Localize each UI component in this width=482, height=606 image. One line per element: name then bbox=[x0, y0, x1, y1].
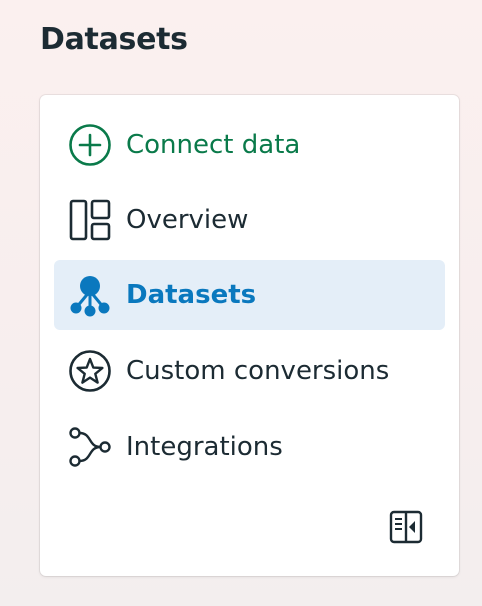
nav-item-custom-conversions[interactable]: Custom conversions bbox=[54, 336, 445, 406]
nav-item-overview[interactable]: Overview bbox=[54, 185, 445, 255]
layout-panels-icon bbox=[68, 198, 112, 242]
nav-item-label: Integrations bbox=[126, 432, 283, 462]
nav-item-integrations[interactable]: Integrations bbox=[54, 412, 445, 482]
page-title: Datasets bbox=[40, 22, 188, 57]
navigation-panel: Connect data Overview Datasets Custom co… bbox=[40, 95, 459, 576]
nav-item-label: Custom conversions bbox=[126, 356, 390, 386]
nav-item-connect-data[interactable]: Connect data bbox=[54, 110, 445, 180]
nav-item-label: Connect data bbox=[126, 130, 301, 160]
branch-connector-icon bbox=[68, 425, 112, 469]
collapse-panel-icon bbox=[389, 510, 423, 548]
network-nodes-icon bbox=[68, 273, 112, 317]
nav-item-label: Overview bbox=[126, 205, 249, 235]
nav-item-label: Datasets bbox=[126, 280, 257, 310]
star-circle-icon bbox=[68, 349, 112, 393]
nav-item-datasets[interactable]: Datasets bbox=[54, 260, 445, 330]
collapse-panel-button[interactable] bbox=[387, 510, 425, 548]
plus-circle-icon bbox=[68, 123, 112, 167]
